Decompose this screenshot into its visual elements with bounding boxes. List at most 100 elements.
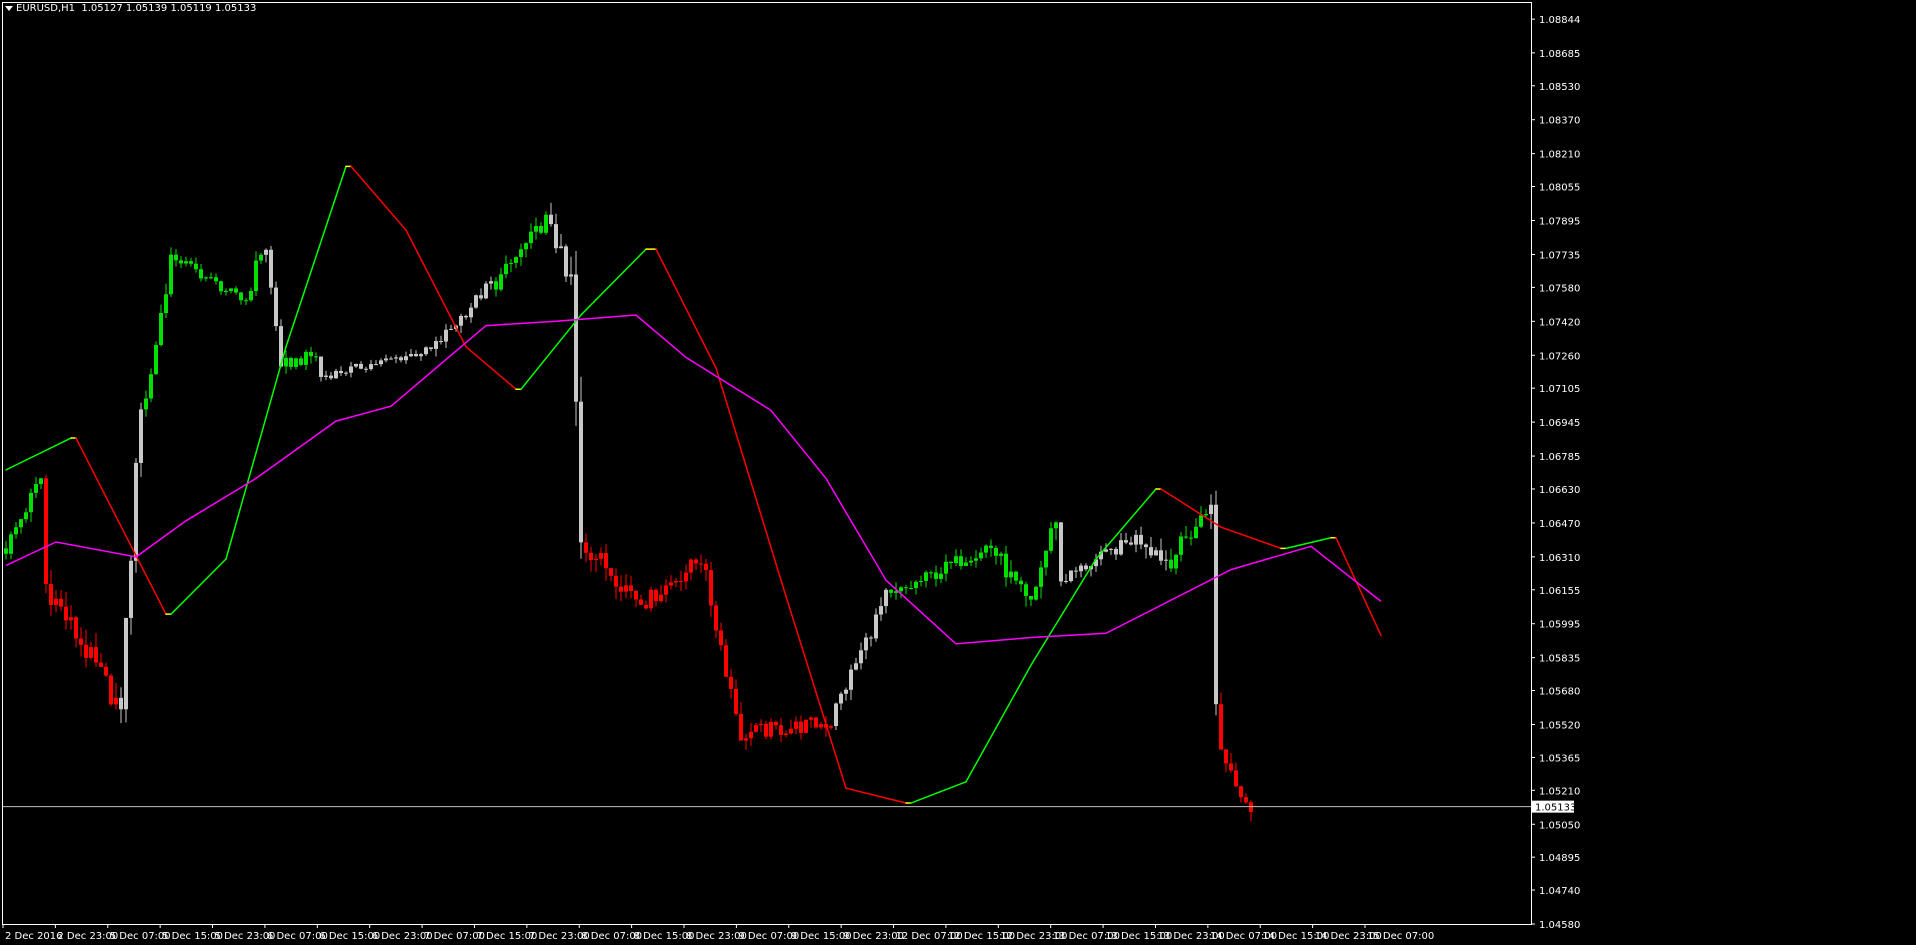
candle [1074,570,1078,572]
candle [424,347,428,355]
candle [909,588,913,590]
candle [519,249,523,258]
y-tick-label: 1.06630 [1539,485,1580,496]
candle [434,341,438,349]
candle [264,249,268,255]
candle [74,617,78,639]
y-tick-label: 1.07735 [1539,250,1580,261]
candle [149,374,153,399]
candle [209,277,213,279]
candle [359,363,363,369]
candle [1079,565,1083,572]
candle [814,717,818,728]
candle [449,328,453,330]
candle [44,478,48,584]
candle [1174,554,1178,569]
dropdown-triangle-icon[interactable] [5,5,13,11]
hull-ma-segment [115,515,167,615]
y-tick-label: 1.04895 [1539,853,1580,864]
candle [144,398,148,410]
candle [4,548,8,554]
candle [399,357,403,361]
candle [639,599,643,605]
y-tick-label: 1.05995 [1539,620,1580,631]
candle [89,647,93,658]
candle [834,703,838,727]
candle [619,586,623,592]
candle [1169,559,1173,569]
candle [789,728,793,734]
candle [194,263,198,270]
candle [104,666,108,676]
hull-ma-segment [1335,537,1382,637]
time-axis: 2 Dec 20162 Dec 23:005 Dec 07:005 Dec 15… [2,924,1434,942]
candle [769,721,773,737]
candle [364,368,368,370]
candle [139,409,143,463]
y-tick-label: 1.05835 [1539,654,1580,665]
candle [1084,565,1088,570]
candle [254,260,258,292]
candle [1184,536,1188,538]
candle [394,357,398,359]
candle [444,329,448,342]
candle [1059,522,1063,582]
candle [19,519,23,528]
candle [109,675,113,705]
candle [829,726,833,728]
hull-ma-segment [405,229,467,348]
candle [709,570,713,606]
candle [274,287,278,327]
candle [84,644,88,658]
candle [1214,504,1218,705]
y-tick-label: 1.07895 [1539,217,1580,228]
candle [54,598,58,606]
candle [524,243,528,250]
y-tick-label: 1.07580 [1539,283,1580,294]
candle [69,617,73,621]
candle [609,568,613,576]
candle [354,363,358,367]
price-chart[interactable]: 1.08844 1.08685 1.08530 1.08370 1.08210 1.080… [0,0,1916,945]
y-tick-label: 1.07260 [1539,351,1580,362]
candle [994,547,998,556]
candle [14,527,18,535]
candle [329,375,333,379]
candle [304,351,308,365]
candle [544,214,548,233]
candle [799,721,803,733]
candle [204,277,208,279]
candle [839,693,843,704]
candle [874,614,878,639]
candle [234,288,238,293]
candle [804,719,808,733]
hull-ma-segment [225,346,287,560]
candle [239,292,243,301]
candle [1004,553,1008,578]
x-tick-label: 15 Dec 07:00 [1367,931,1434,942]
hull-ma-segment [965,664,1032,783]
candle [854,663,858,670]
hull-ma-segment [655,248,717,369]
candle [1179,536,1183,555]
candle [1014,571,1018,581]
candle [1114,548,1118,555]
y-tick-label: 1.05365 [1539,753,1580,764]
hull-ma-segment [170,558,227,615]
candle [384,358,388,361]
candle [699,563,703,565]
candle [64,606,68,621]
y-tick-label: 1.08210 [1539,150,1580,161]
candle [94,647,98,663]
candle [154,344,158,375]
candle [719,630,723,646]
y-tick-label: 1.06785 [1539,452,1580,463]
hull-ma-segment [845,787,907,804]
candle [214,277,218,282]
moving-average-line [5,314,1382,645]
candle [489,281,493,284]
candle [184,261,188,264]
candle [374,364,378,366]
current-price-label: 1.05133 [1535,803,1576,814]
y-tick-label: 1.08685 [1539,49,1580,60]
